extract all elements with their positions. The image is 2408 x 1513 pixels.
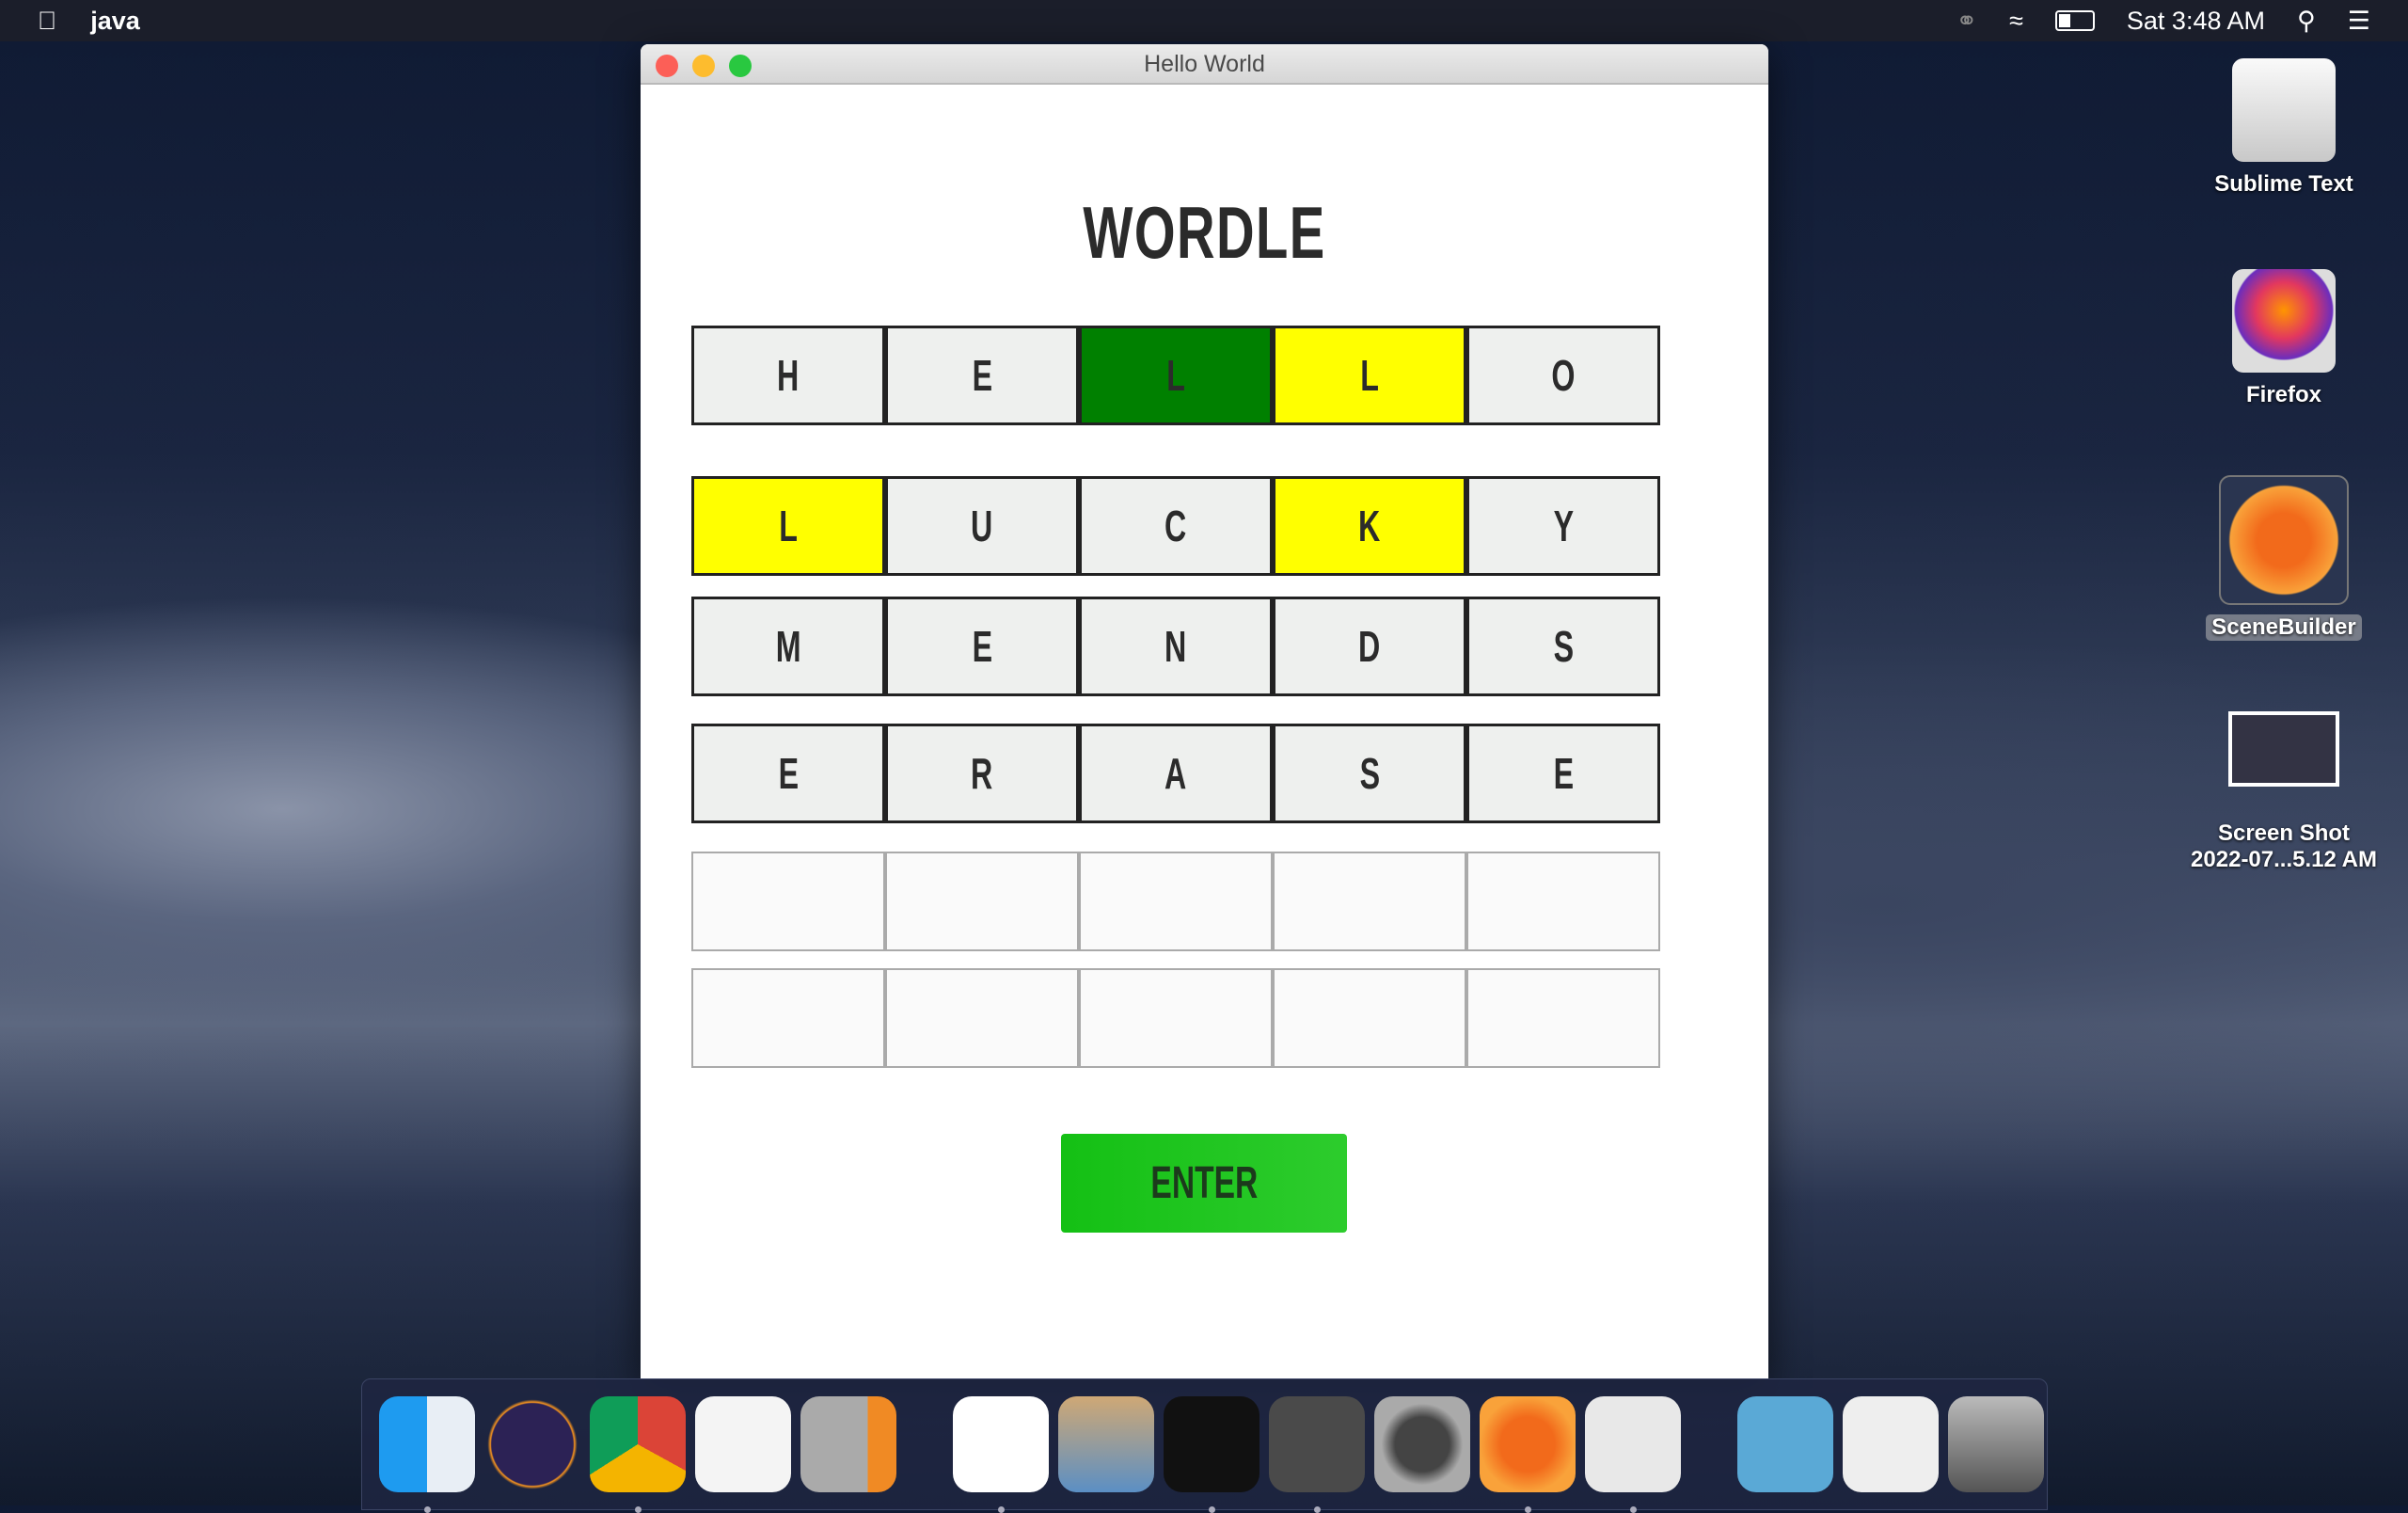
dock-applications-folder-icon[interactable]: [1737, 1396, 1833, 1492]
firefox-drive-icon: [2232, 269, 2336, 373]
dock-sublime-text-icon[interactable]: [1269, 1396, 1365, 1513]
dock: [361, 1378, 2048, 1513]
desktop-icon-firefox[interactable]: Firefox: [2180, 269, 2387, 408]
letter-tile: A: [1079, 724, 1273, 823]
battery-icon[interactable]: [2054, 10, 2095, 31]
running-indicator: [1525, 1506, 1531, 1513]
dock-preview-icon[interactable]: [1058, 1396, 1154, 1492]
guess-row: LUCKY: [691, 476, 1660, 576]
running-indicator: [998, 1506, 1005, 1513]
desktop-icon-screenshot[interactable]: Screen Shot 2022-07...5.12 AM: [2180, 711, 2387, 873]
minimize-button[interactable]: [692, 55, 715, 77]
running-indicator: [1209, 1506, 1215, 1513]
letter-tile: E: [1466, 724, 1660, 823]
letter-tile: R: [885, 724, 1079, 823]
letter-tile: O: [1466, 326, 1660, 425]
zoom-button[interactable]: [729, 55, 752, 77]
close-button[interactable]: [656, 55, 678, 77]
scenebuilder-icon: [2219, 475, 2349, 605]
game-title: WORDLE: [1083, 191, 1326, 274]
letter-tile: [885, 852, 1079, 951]
guess-row: [691, 968, 1660, 1068]
letter-tile: [691, 968, 885, 1068]
letter-tile: [1079, 852, 1273, 951]
letter-tile: D: [1273, 597, 1466, 696]
desktop-icon-sublime-text[interactable]: Sublime Text: [2180, 58, 2387, 198]
wifi-icon[interactable]: ≈: [2009, 7, 2023, 36]
letter-tile: E: [691, 724, 885, 823]
window-title: Hello World: [1144, 51, 1265, 77]
letter-tile: K: [1273, 476, 1466, 576]
letter-tile: N: [1079, 597, 1273, 696]
letter-tile: L: [1079, 326, 1273, 425]
dock-chrome-icon[interactable]: [590, 1396, 686, 1513]
dock-java-launcher-icon[interactable]: [1585, 1396, 1681, 1513]
app-window: Hello World WORDLE HELLOLUCKYMENDSERASE …: [641, 44, 1768, 1378]
letter-tile: C: [1079, 476, 1273, 576]
letter-tile: E: [885, 597, 1079, 696]
letter-tile: [1466, 968, 1660, 1068]
clock[interactable]: Sat 3:48 AM: [2127, 7, 2265, 36]
dock-recent-window-icon[interactable]: [1843, 1396, 1939, 1492]
letter-tile: L: [691, 476, 885, 576]
dock-calculator-icon[interactable]: [800, 1396, 896, 1492]
letter-tile: E: [885, 326, 1079, 425]
desktop-icon-scenebuilder[interactable]: SceneBuilder: [2180, 475, 2387, 641]
notification-center-icon[interactable]: ☰: [2348, 7, 2370, 36]
dock-system-preferences-icon[interactable]: [1374, 1396, 1470, 1492]
dock-terminal-icon[interactable]: [1164, 1396, 1259, 1513]
letter-tile: M: [691, 597, 885, 696]
letter-tile: [1273, 852, 1466, 951]
dock-eclipse-icon[interactable]: [484, 1396, 580, 1492]
dock-scenebuilder-icon[interactable]: [1480, 1396, 1576, 1513]
letter-tile: [691, 852, 885, 951]
enter-button[interactable]: ENTER: [1061, 1134, 1347, 1233]
running-indicator: [1630, 1506, 1637, 1513]
letter-tile: S: [1466, 597, 1660, 696]
spotlight-icon[interactable]: ⚲: [2297, 7, 2316, 36]
dock-vscode-icon[interactable]: [953, 1396, 1049, 1513]
letter-tile: S: [1273, 724, 1466, 823]
dock-finder-icon[interactable]: [379, 1396, 475, 1513]
letter-tile: L: [1273, 326, 1466, 425]
guess-row: MENDS: [691, 597, 1660, 696]
app-menu[interactable]: java: [90, 7, 140, 36]
running-indicator: [635, 1506, 642, 1513]
menu-bar:  java ⚭ ≈ Sat 3:48 AM ⚲ ☰: [0, 0, 2408, 41]
drive-icon: [2232, 58, 2336, 162]
title-bar[interactable]: Hello World: [641, 44, 1768, 85]
running-indicator: [424, 1506, 431, 1513]
letter-tile: U: [885, 476, 1079, 576]
letter-tile: Y: [1466, 476, 1660, 576]
letter-tile: H: [691, 326, 885, 425]
dock-textedit-icon[interactable]: [695, 1396, 791, 1492]
letter-tile: [885, 968, 1079, 1068]
guess-row: ERASE: [691, 724, 1660, 823]
running-indicator: [1314, 1506, 1321, 1513]
dock-trash-icon[interactable]: [1948, 1396, 2044, 1492]
letter-tile: [1466, 852, 1660, 951]
letter-tile: [1079, 968, 1273, 1068]
creative-cloud-icon[interactable]: ⚭: [1956, 7, 1977, 36]
letter-tile: [1273, 968, 1466, 1068]
screenshot-thumbnail: [2228, 711, 2339, 787]
guess-row: HELLO: [691, 326, 1660, 425]
guess-row: [691, 852, 1660, 951]
apple-icon[interactable]: : [38, 7, 56, 36]
